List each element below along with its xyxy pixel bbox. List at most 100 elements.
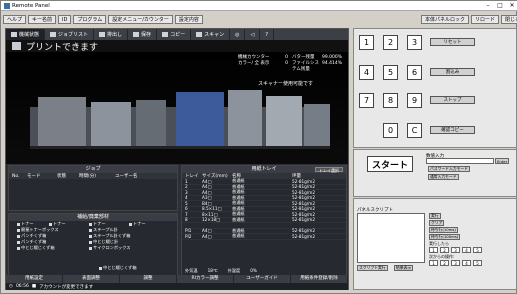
- num-2-button[interactable]: 2: [440, 247, 449, 253]
- tab-label: 保存: [141, 32, 152, 38]
- num-1b-button[interactable]: 1: [429, 260, 438, 266]
- password-mode-button[interactable]: パスワード入力モード: [428, 166, 470, 172]
- tray-select-button[interactable]: トレイ選択: [315, 167, 343, 173]
- tray-paper-name: 普通紙: [232, 216, 245, 222]
- ri-color-adjust-tab[interactable]: RIカラー調整: [177, 275, 234, 283]
- start-area: スタート 数値入力 Enter パスワード入力モード 通常入力モード: [353, 149, 517, 197]
- result-view-button[interactable]: 結果表示: [394, 265, 414, 271]
- num-3b-button[interactable]: 3: [451, 260, 460, 266]
- adjust-tab[interactable]: 調整: [120, 275, 177, 283]
- wait-100ms-button[interactable]: 待ち行(100ms): [429, 234, 461, 240]
- tab-copy[interactable]: コピー: [157, 29, 192, 40]
- key-6[interactable]: 6: [407, 65, 422, 80]
- menu-key-name[interactable]: キー名前: [28, 15, 57, 24]
- tray-size: A4□: [202, 233, 212, 239]
- tray-id: 3: [185, 189, 188, 195]
- clear-button[interactable]: クリア: [429, 220, 445, 226]
- tray-title: 用紙トレイ: [251, 166, 277, 172]
- reload-button[interactable]: リロード: [471, 15, 500, 24]
- consumable-row: 中とじ綴じくず箱: [9, 265, 177, 271]
- num-5b-button[interactable]: 5: [473, 260, 482, 266]
- tray-weight: 52-81g/m2: [292, 178, 315, 184]
- tab-label: 排出し: [107, 32, 123, 38]
- normal-mode-button[interactable]: 通常入力モード: [428, 174, 459, 180]
- num-1-button[interactable]: 1: [429, 247, 438, 253]
- tray-weight: 52-81g/m2: [292, 200, 315, 206]
- scan-icon: [196, 32, 203, 37]
- key-clear[interactable]: C: [407, 123, 422, 138]
- run-button[interactable]: 実行: [429, 213, 441, 219]
- tray-footer: 外気温 18℃ 外湿度 0%: [182, 268, 346, 274]
- num-2b-button[interactable]: 2: [440, 260, 449, 266]
- globe-button[interactable]: ◎: [230, 29, 246, 40]
- key-0[interactable]: 0: [383, 123, 398, 138]
- num-4b-button[interactable]: 4: [462, 260, 471, 266]
- key-7[interactable]: 7: [359, 93, 374, 108]
- tray-id: 7: [185, 211, 188, 217]
- user-guide-tab[interactable]: ユーザーガイド: [234, 275, 291, 283]
- clock-time: 06:56: [15, 284, 29, 289]
- tray-size: A3□: [202, 195, 212, 201]
- tray-size: A4□: [202, 184, 212, 190]
- paper-settings-tab[interactable]: 用紙設定: [6, 275, 63, 283]
- key-9[interactable]: 9: [407, 93, 422, 108]
- key-4[interactable]: 4: [359, 65, 374, 80]
- num-4-button[interactable]: 4: [462, 247, 471, 253]
- status-line: ◷ 06:56 ■ アカウントが変更できます: [6, 283, 348, 290]
- reset-button[interactable]: リセット: [430, 38, 475, 46]
- panel-script-area: パネルスクリプト 実行 クリア 待ち行(10ms) 待ち行(100ms) 実行し…: [353, 198, 517, 290]
- tray-row[interactable]: PI2 A4□ 普通紙 52-81g/m2: [182, 233, 346, 240]
- surface-adjust-tab[interactable]: 表面調整: [63, 275, 120, 283]
- start-button[interactable]: スタート: [367, 156, 413, 172]
- maximize-button[interactable]: □: [494, 1, 506, 10]
- close-button[interactable]: 閉じる: [501, 15, 517, 24]
- help-button[interactable]: ?: [260, 29, 274, 40]
- tray-size: 8×11□: [202, 211, 218, 217]
- menu-program[interactable]: プログラム: [73, 15, 107, 24]
- title-bar: Remote Panel – □ ✕: [1, 1, 517, 11]
- close-window-button[interactable]: ✕: [506, 1, 517, 10]
- tab-save[interactable]: 保存: [128, 29, 158, 40]
- confirm-copy-button[interactable]: 確認コピー: [430, 126, 475, 134]
- tab-scan[interactable]: スキャン: [191, 29, 231, 40]
- tab-machine-status[interactable]: 機械状態: [6, 29, 46, 40]
- stop-button[interactable]: ストップ: [430, 96, 475, 104]
- tray-paper-name: 普通紙: [232, 233, 245, 239]
- menu-settings-content[interactable]: 設定内容: [174, 15, 203, 24]
- script-textarea[interactable]: [357, 213, 425, 263]
- minimize-button[interactable]: –: [482, 1, 494, 10]
- col-no: No.: [12, 173, 20, 179]
- filesystem-value: 94.414%: [321, 61, 342, 66]
- status-line-message: アカウントが変更できます: [39, 284, 94, 290]
- script-run-button[interactable]: スクリプト実行: [357, 265, 388, 271]
- col-status: 状態: [57, 174, 66, 179]
- paper-conditions-tab[interactable]: 用紙条件登録/削除: [291, 275, 348, 283]
- printer-icon: [12, 42, 21, 50]
- num-5-button[interactable]: 5: [473, 247, 482, 253]
- tray-row[interactable]: 8 12×18□ 普通紙 52-81g/m2: [182, 216, 346, 223]
- panel-lock-button[interactable]: 本体パネルロック: [421, 15, 470, 24]
- tray-weight: 52-81g/m2: [292, 195, 315, 201]
- interrupt-button[interactable]: 割込み: [430, 68, 475, 76]
- tray-size: A4□: [202, 178, 212, 184]
- menu-settings[interactable]: 設定メニュー/カウンター: [108, 15, 173, 24]
- bottom-tab-bar: 用紙設定 表面調整 調整 RIカラー調整 ユーザーガイド 用紙条件登録/削除: [6, 275, 348, 283]
- tray-id: 8: [185, 217, 188, 223]
- tab-job-list[interactable]: ジョブリスト: [45, 29, 95, 40]
- key-2[interactable]: 2: [383, 35, 398, 50]
- key-5[interactable]: 5: [383, 65, 398, 80]
- key-3[interactable]: 3: [407, 35, 422, 50]
- output-icon: [99, 32, 106, 37]
- enter-button[interactable]: Enter: [495, 158, 510, 164]
- speaker-button[interactable]: ◁: [245, 29, 261, 40]
- tab-output[interactable]: 排出し: [94, 29, 129, 40]
- wait-10ms-button[interactable]: 待ち行(10ms): [429, 227, 458, 233]
- num-3-button[interactable]: 3: [451, 247, 460, 253]
- ambient-temp-label: 外気温: [185, 268, 198, 273]
- menu-help[interactable]: ヘルプ: [3, 15, 27, 24]
- numeric-input[interactable]: [426, 158, 494, 164]
- key-8[interactable]: 8: [383, 93, 398, 108]
- key-1[interactable]: 1: [359, 35, 374, 50]
- job-title: ジョブ: [9, 166, 177, 173]
- menu-id[interactable]: ID: [58, 15, 72, 24]
